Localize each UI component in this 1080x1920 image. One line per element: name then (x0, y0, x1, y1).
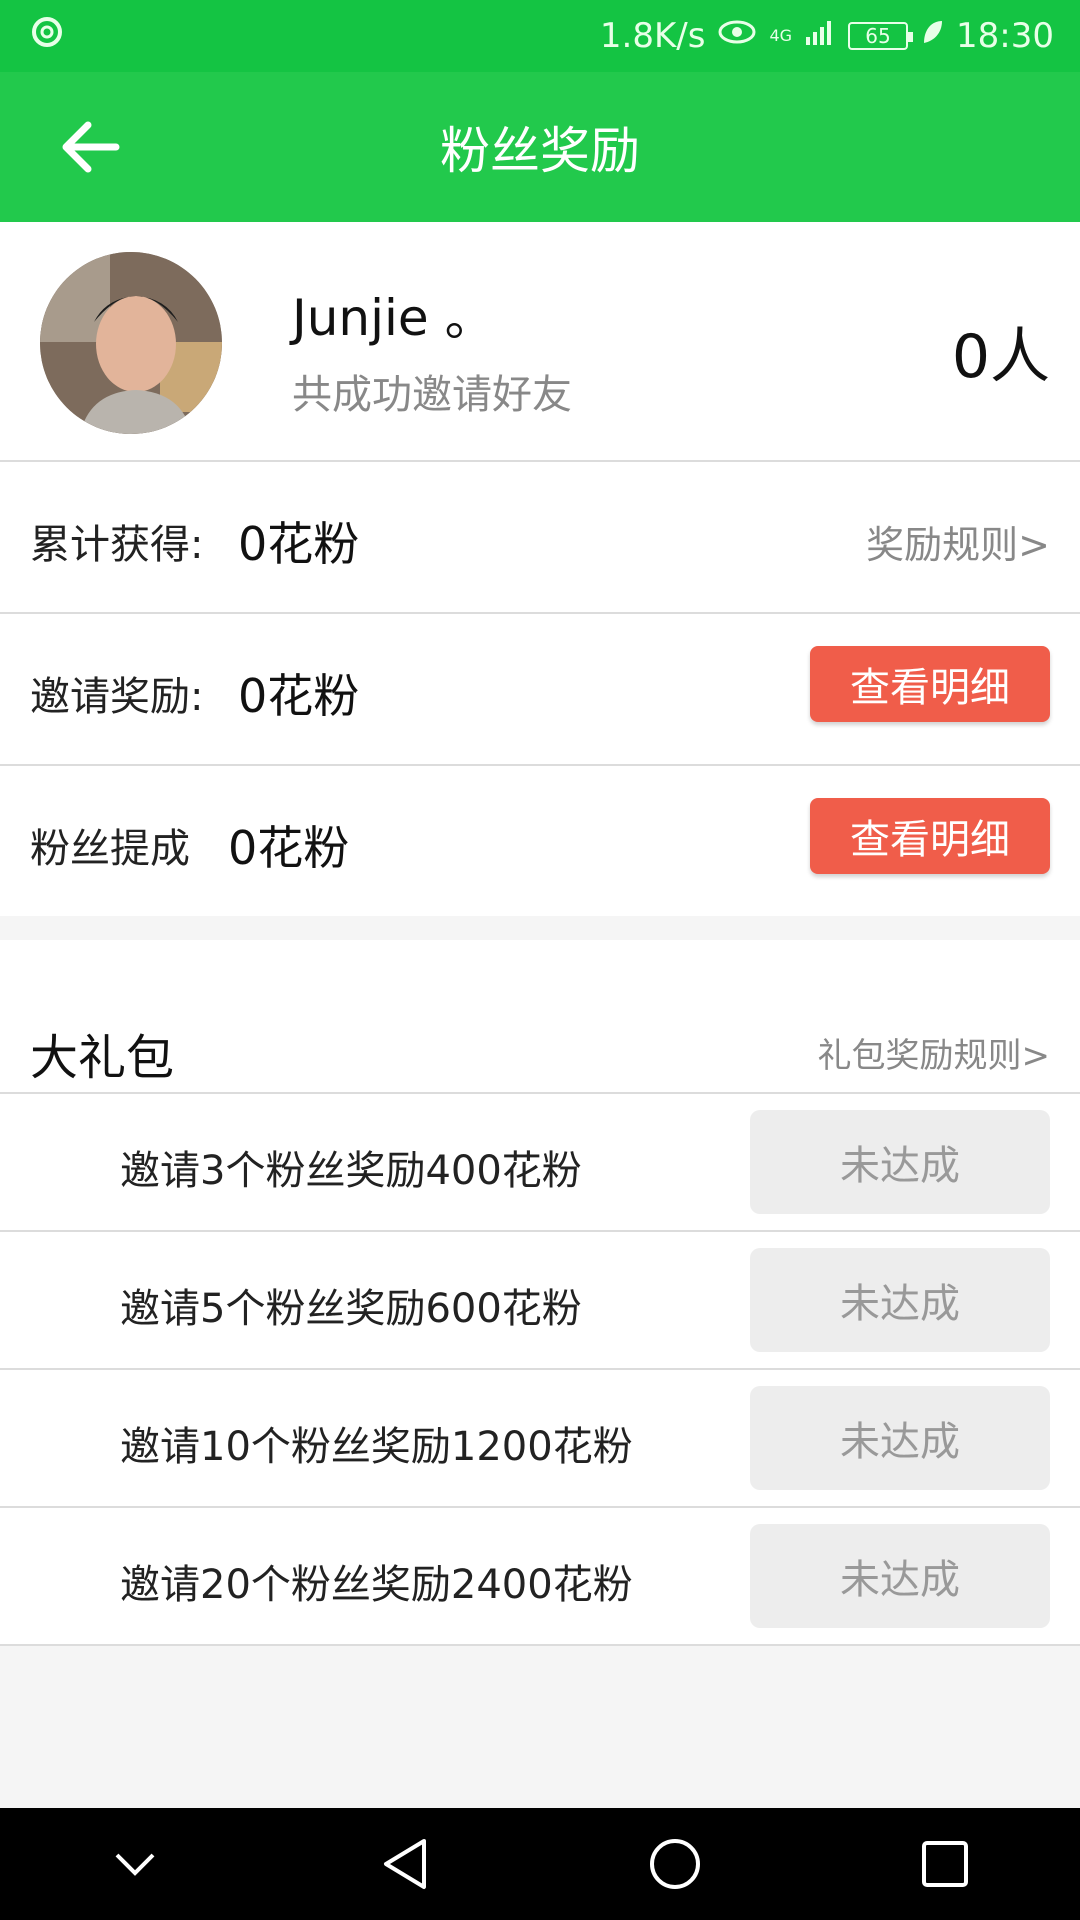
commission-detail-button[interactable]: 查看明细 (810, 798, 1050, 874)
reward-rules-link[interactable]: 奖励规则> (866, 514, 1050, 569)
circle-home-icon (650, 1839, 700, 1889)
status-bar: 1.8K/s 4G 65 18:30 (0, 0, 1080, 72)
gift-row: 邀请20个粉丝奖励2400花粉 未达成 (0, 1508, 1080, 1646)
gift-row: 邀请5个粉丝奖励600花粉 未达成 (0, 1232, 1080, 1370)
gift-status-button[interactable]: 未达成 (750, 1524, 1050, 1628)
nav-recents-button[interactable] (900, 1819, 990, 1909)
gift-pack-header: 大礼包 礼包奖励规则> (0, 940, 1080, 1094)
invite-reward-label: 邀请奖励: (30, 674, 204, 720)
back-button[interactable] (50, 107, 130, 187)
gift-item-text: 邀请3个粉丝奖励400花粉 (120, 1148, 582, 1194)
screen: 1.8K/s 4G 65 18:30 粉丝奖励 Junjie 。 共成功邀请好友… (0, 0, 1080, 1920)
total-reward-label: 累计获得: (30, 522, 204, 568)
system-nav-bar (0, 1808, 1080, 1920)
commission-value: 0花粉 (228, 821, 350, 875)
commission-row: 粉丝提成 0花粉 查看明细 (0, 766, 1080, 916)
page-title: 粉丝奖励 (440, 122, 640, 180)
invite-count: 0人 (951, 322, 1050, 392)
gift-status-button[interactable]: 未达成 (750, 1386, 1050, 1490)
avatar[interactable] (40, 252, 222, 434)
gift-pack-title: 大礼包 (30, 1030, 175, 1086)
gift-item-text: 邀请10个粉丝奖励1200花粉 (120, 1424, 633, 1470)
user-name: Junjie 。 (292, 289, 495, 347)
eye-icon (717, 17, 757, 55)
nav-home-button[interactable] (630, 1819, 720, 1909)
back-arrow-icon (62, 121, 120, 173)
network-type: 4G (769, 26, 793, 45)
invite-detail-button[interactable]: 查看明细 (810, 646, 1050, 722)
battery-indicator: 65 (848, 22, 914, 50)
invite-reward-value: 0花粉 (238, 669, 360, 723)
nav-back-button[interactable] (360, 1819, 450, 1909)
gift-status-button[interactable]: 未达成 (750, 1110, 1050, 1214)
total-reward-value: 0花粉 (238, 517, 360, 571)
leaf-icon (920, 17, 944, 55)
commission-label: 粉丝提成 (30, 826, 190, 872)
gift-item-text: 邀请20个粉丝奖励2400花粉 (120, 1562, 633, 1608)
profile-card: Junjie 。 共成功邀请好友 0人 (0, 222, 1080, 462)
triangle-back-icon (384, 1839, 426, 1889)
chevron-down-icon (115, 1853, 155, 1876)
status-indicators: 1.8K/s 4G 65 18:30 (600, 16, 1054, 56)
invite-reward-row: 邀请奖励: 0花粉 查看明细 (0, 614, 1080, 766)
gift-row: 邀请3个粉丝奖励400花粉 未达成 (0, 1094, 1080, 1232)
clock: 18:30 (956, 16, 1054, 56)
gift-item-text: 邀请5个粉丝奖励600花粉 (120, 1286, 582, 1332)
gift-row: 邀请10个粉丝奖励1200花粉 未达成 (0, 1370, 1080, 1508)
gift-status-button[interactable]: 未达成 (750, 1248, 1050, 1352)
total-reward-row: 累计获得: 0花粉 奖励规则> (0, 462, 1080, 614)
square-recents-icon (922, 1841, 968, 1887)
signal-icon (804, 17, 836, 55)
swirl-icon (30, 13, 64, 59)
app-bar: 粉丝奖励 (0, 72, 1080, 222)
collapse-button[interactable] (90, 1819, 180, 1909)
network-speed: 1.8K/s (599, 16, 706, 56)
gift-rules-link[interactable]: 礼包奖励规则> (818, 1028, 1051, 1077)
invite-count-label: 共成功邀请好友 (292, 372, 572, 418)
